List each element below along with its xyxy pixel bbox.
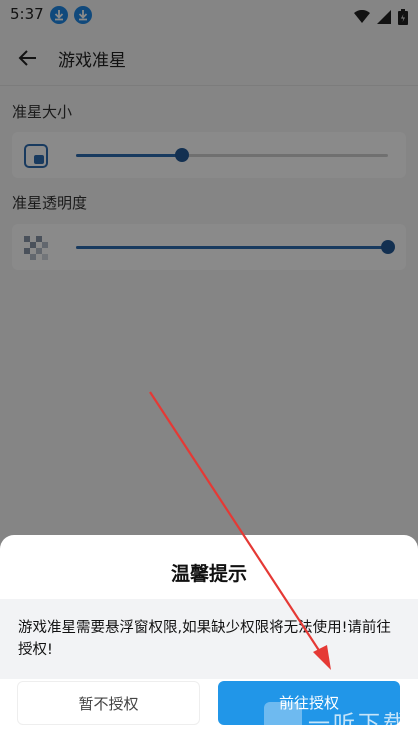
cancel-button[interactable]: 暂不授权 bbox=[17, 681, 200, 725]
dialog-message: 游戏准星需要悬浮窗权限,如果缺少权限将无法使用!请前往授权! bbox=[0, 599, 418, 679]
watermark: 一听下载 bbox=[258, 700, 418, 743]
watermark-text: 一听下载 bbox=[308, 712, 409, 737]
watermark-logo-icon bbox=[264, 702, 302, 740]
dialog-title: 温馨提示 bbox=[170, 563, 247, 585]
